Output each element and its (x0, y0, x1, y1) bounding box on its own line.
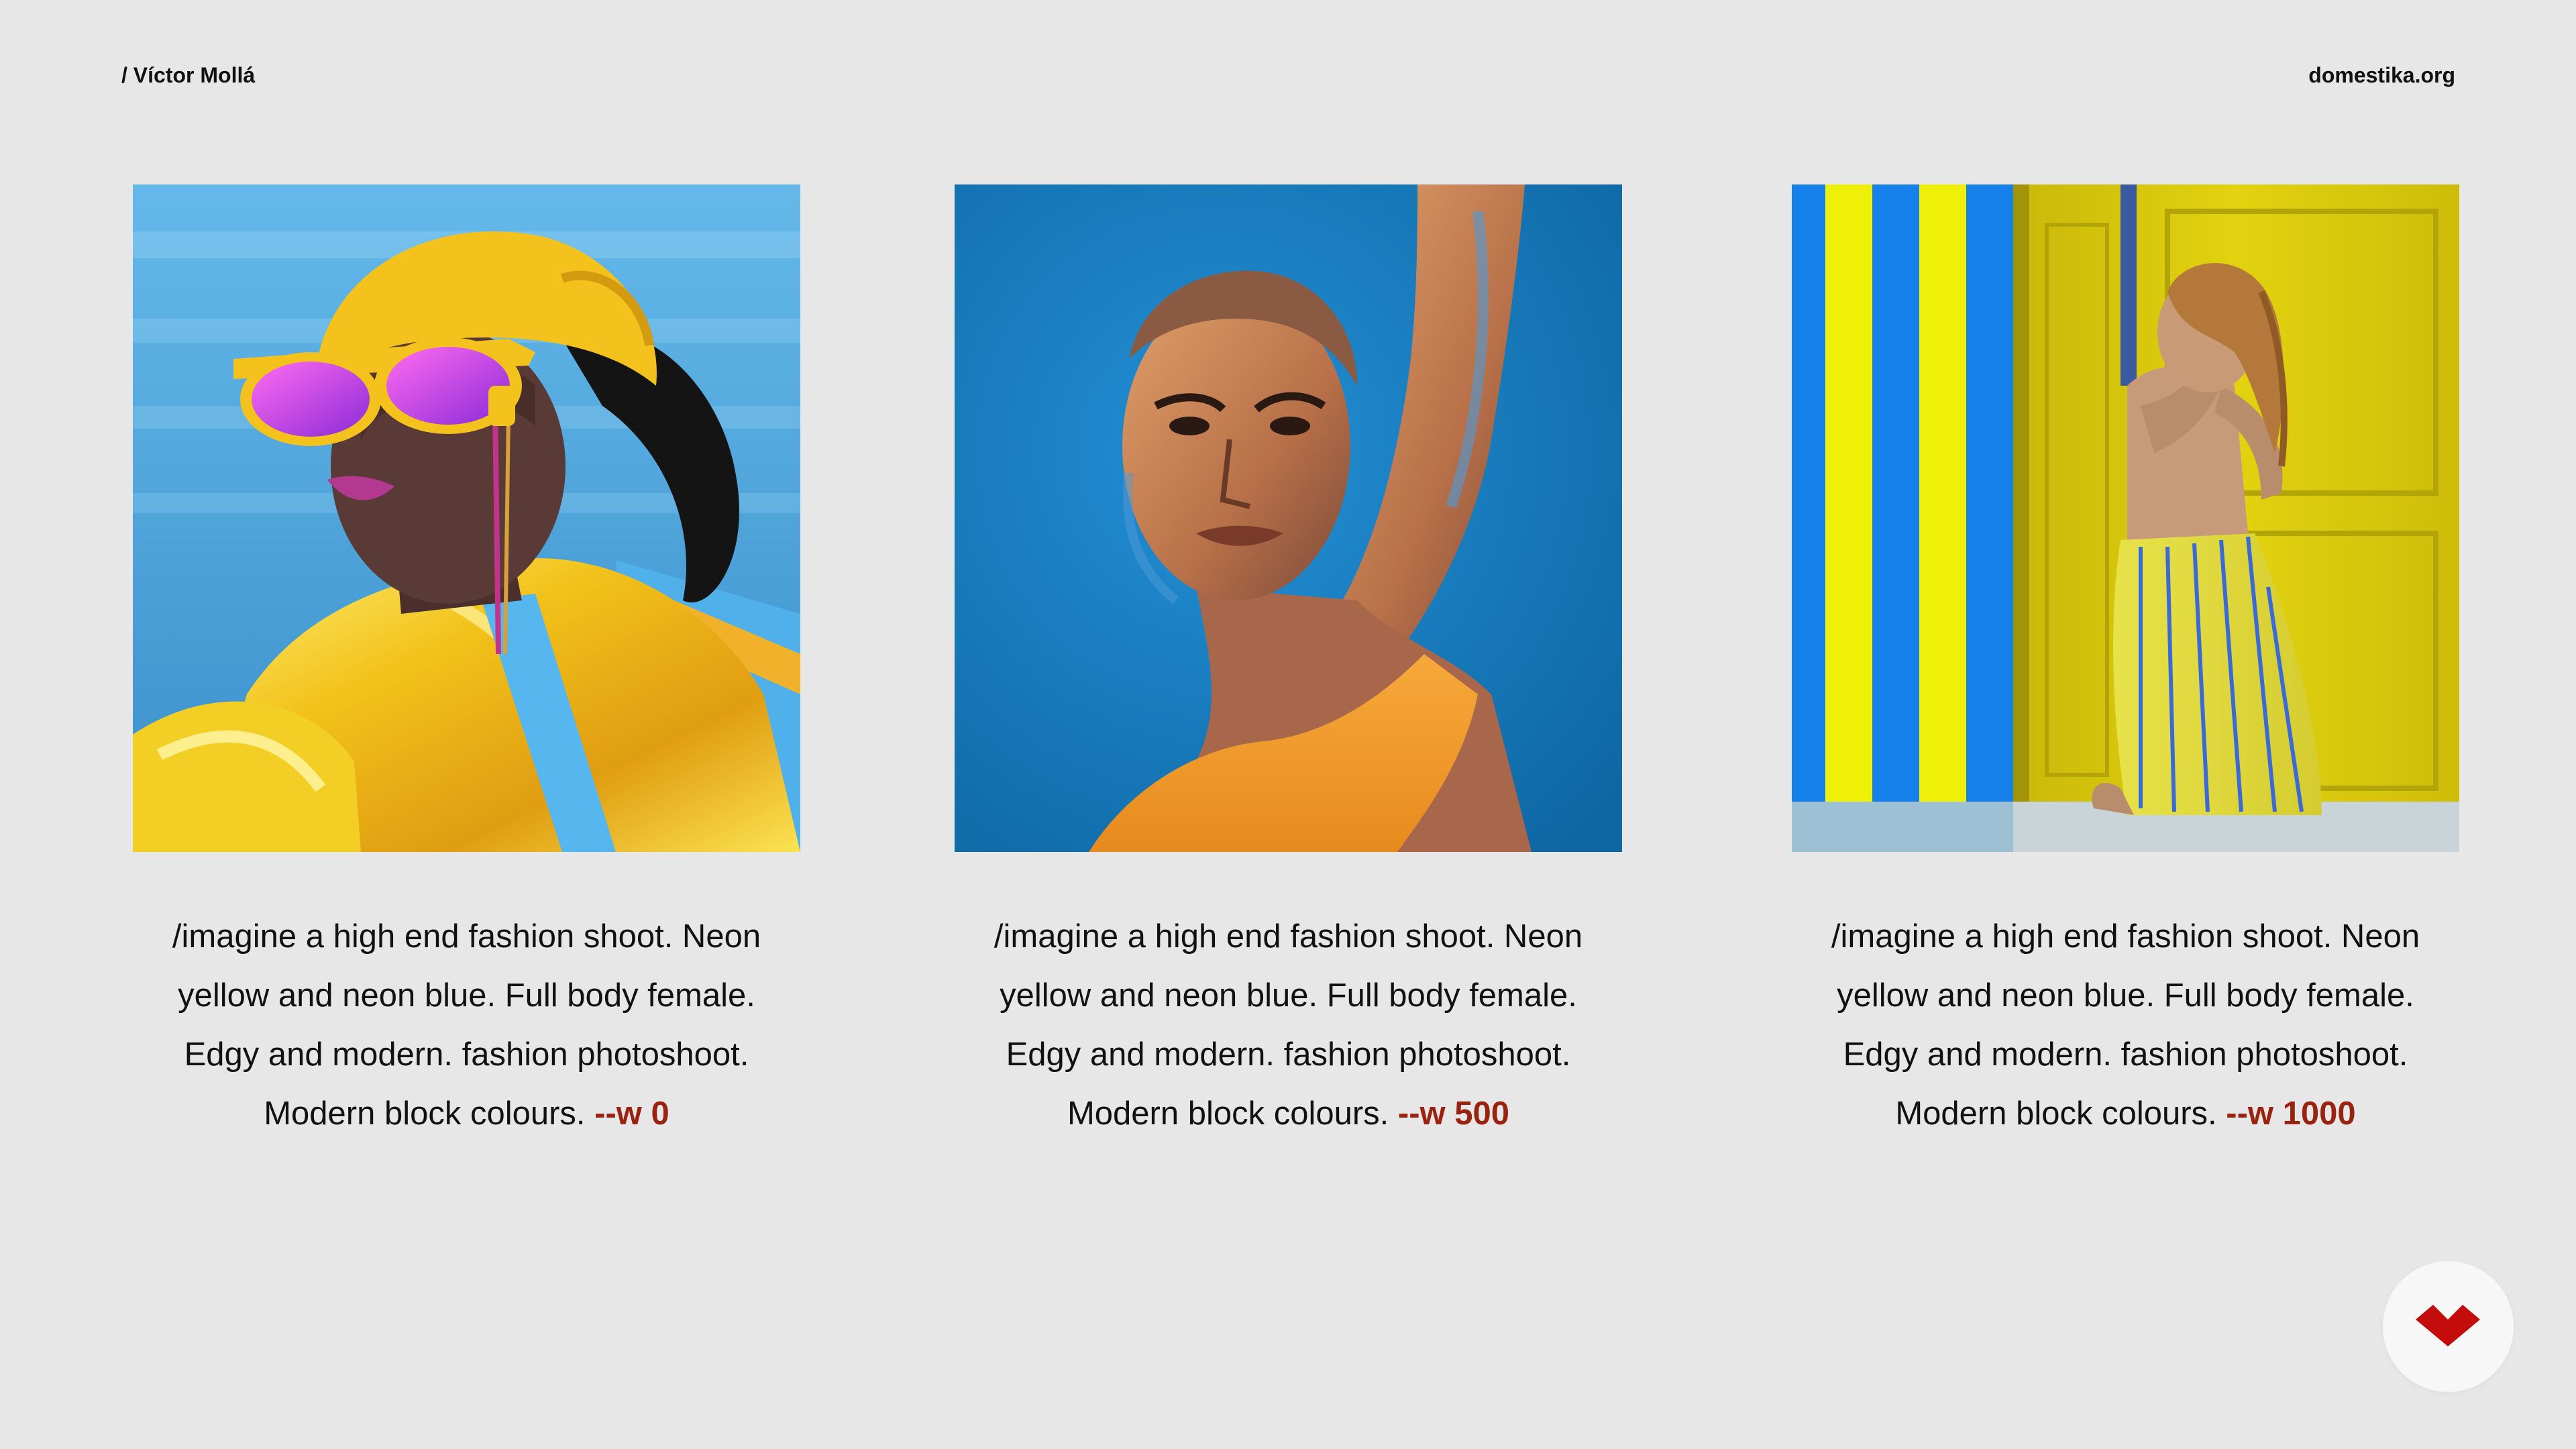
prompt-caption: /imagine a high end fashion shoot. Neon … (1792, 907, 2459, 1143)
fashion-photo-1 (133, 184, 800, 852)
example-card: /imagine a high end fashion shoot. Neon … (955, 184, 1622, 1143)
domestika-logo-button[interactable] (2383, 1261, 2514, 1392)
weight-param: --w 0 (594, 1095, 669, 1132)
weight-param: --w 500 (1397, 1095, 1510, 1132)
weight-param: --w 1000 (2226, 1095, 2356, 1132)
fashion-photo-2 (955, 184, 1622, 852)
author-label: / Víctor Mollá (121, 63, 256, 87)
prompt-text: /imagine a high end fashion shoot. Neon … (172, 918, 761, 1132)
domestika-logo-icon (2416, 1305, 2480, 1346)
example-card: /imagine a high end fashion shoot. Neon … (1792, 184, 2459, 1143)
site-label: domestika.org (2308, 63, 2455, 87)
example-card: /imagine a high end fashion shoot. Neon … (133, 184, 800, 1143)
fashion-photo-3 (1792, 184, 2459, 852)
prompt-caption: /imagine a high end fashion shoot. Neon … (133, 907, 800, 1143)
prompt-caption: /imagine a high end fashion shoot. Neon … (955, 907, 1622, 1143)
